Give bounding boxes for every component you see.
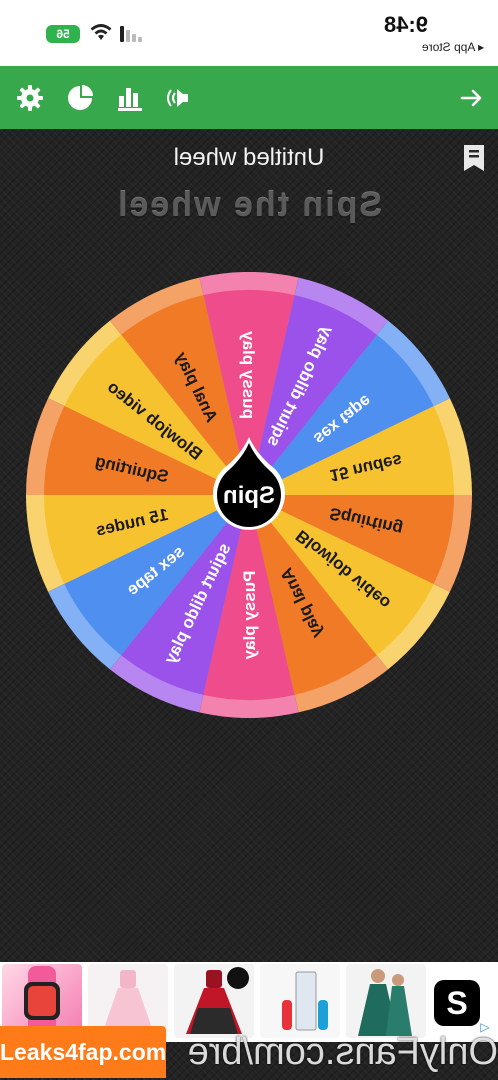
ad-product-switch[interactable] bbox=[260, 964, 340, 1038]
battery-indicator: 56 bbox=[46, 25, 80, 43]
wifi-icon bbox=[90, 24, 112, 40]
clock: 9:48 bbox=[383, 12, 428, 37]
gear-icon[interactable] bbox=[16, 84, 44, 112]
bookmark-icon[interactable] bbox=[462, 144, 486, 172]
back-to-app-store-link[interactable]: ◂ App Store bbox=[422, 40, 484, 54]
watermark-label: Leaks4fap.com bbox=[0, 1026, 166, 1078]
app-toolbar bbox=[0, 66, 498, 129]
ad-product-gown[interactable] bbox=[346, 964, 426, 1038]
console-image bbox=[282, 971, 328, 1031]
spin-wheel[interactable]: pussy playAnal playBlowjob videoSquirtin… bbox=[26, 272, 472, 718]
wheel-slice-label: Pussy play bbox=[240, 571, 259, 660]
spin-heading: Spin the wheel bbox=[115, 186, 383, 224]
wheel-title[interactable]: Untitled wheel bbox=[0, 144, 498, 172]
ad-product-dress-red[interactable] bbox=[174, 964, 254, 1038]
sound-icon[interactable] bbox=[166, 84, 194, 112]
ad-brand-logo[interactable]: S bbox=[434, 980, 480, 1026]
bar-chart-icon[interactable] bbox=[116, 84, 144, 112]
arrow-right-icon[interactable] bbox=[458, 84, 486, 112]
dress-image bbox=[186, 967, 249, 1034]
wheel-title-row: Untitled wheel bbox=[0, 140, 498, 178]
gown-image bbox=[358, 969, 412, 1036]
status-bar: 56 9:48 ◂ App Store bbox=[0, 0, 498, 66]
pie-chart-icon[interactable] bbox=[66, 84, 94, 112]
spin-button-label: Spin bbox=[223, 482, 275, 509]
onlyfans-watermark: OnlyFans.com/bre bbox=[187, 1031, 498, 1073]
wheel-slice-label: pussy play bbox=[239, 331, 258, 419]
signal-icon bbox=[120, 26, 142, 42]
